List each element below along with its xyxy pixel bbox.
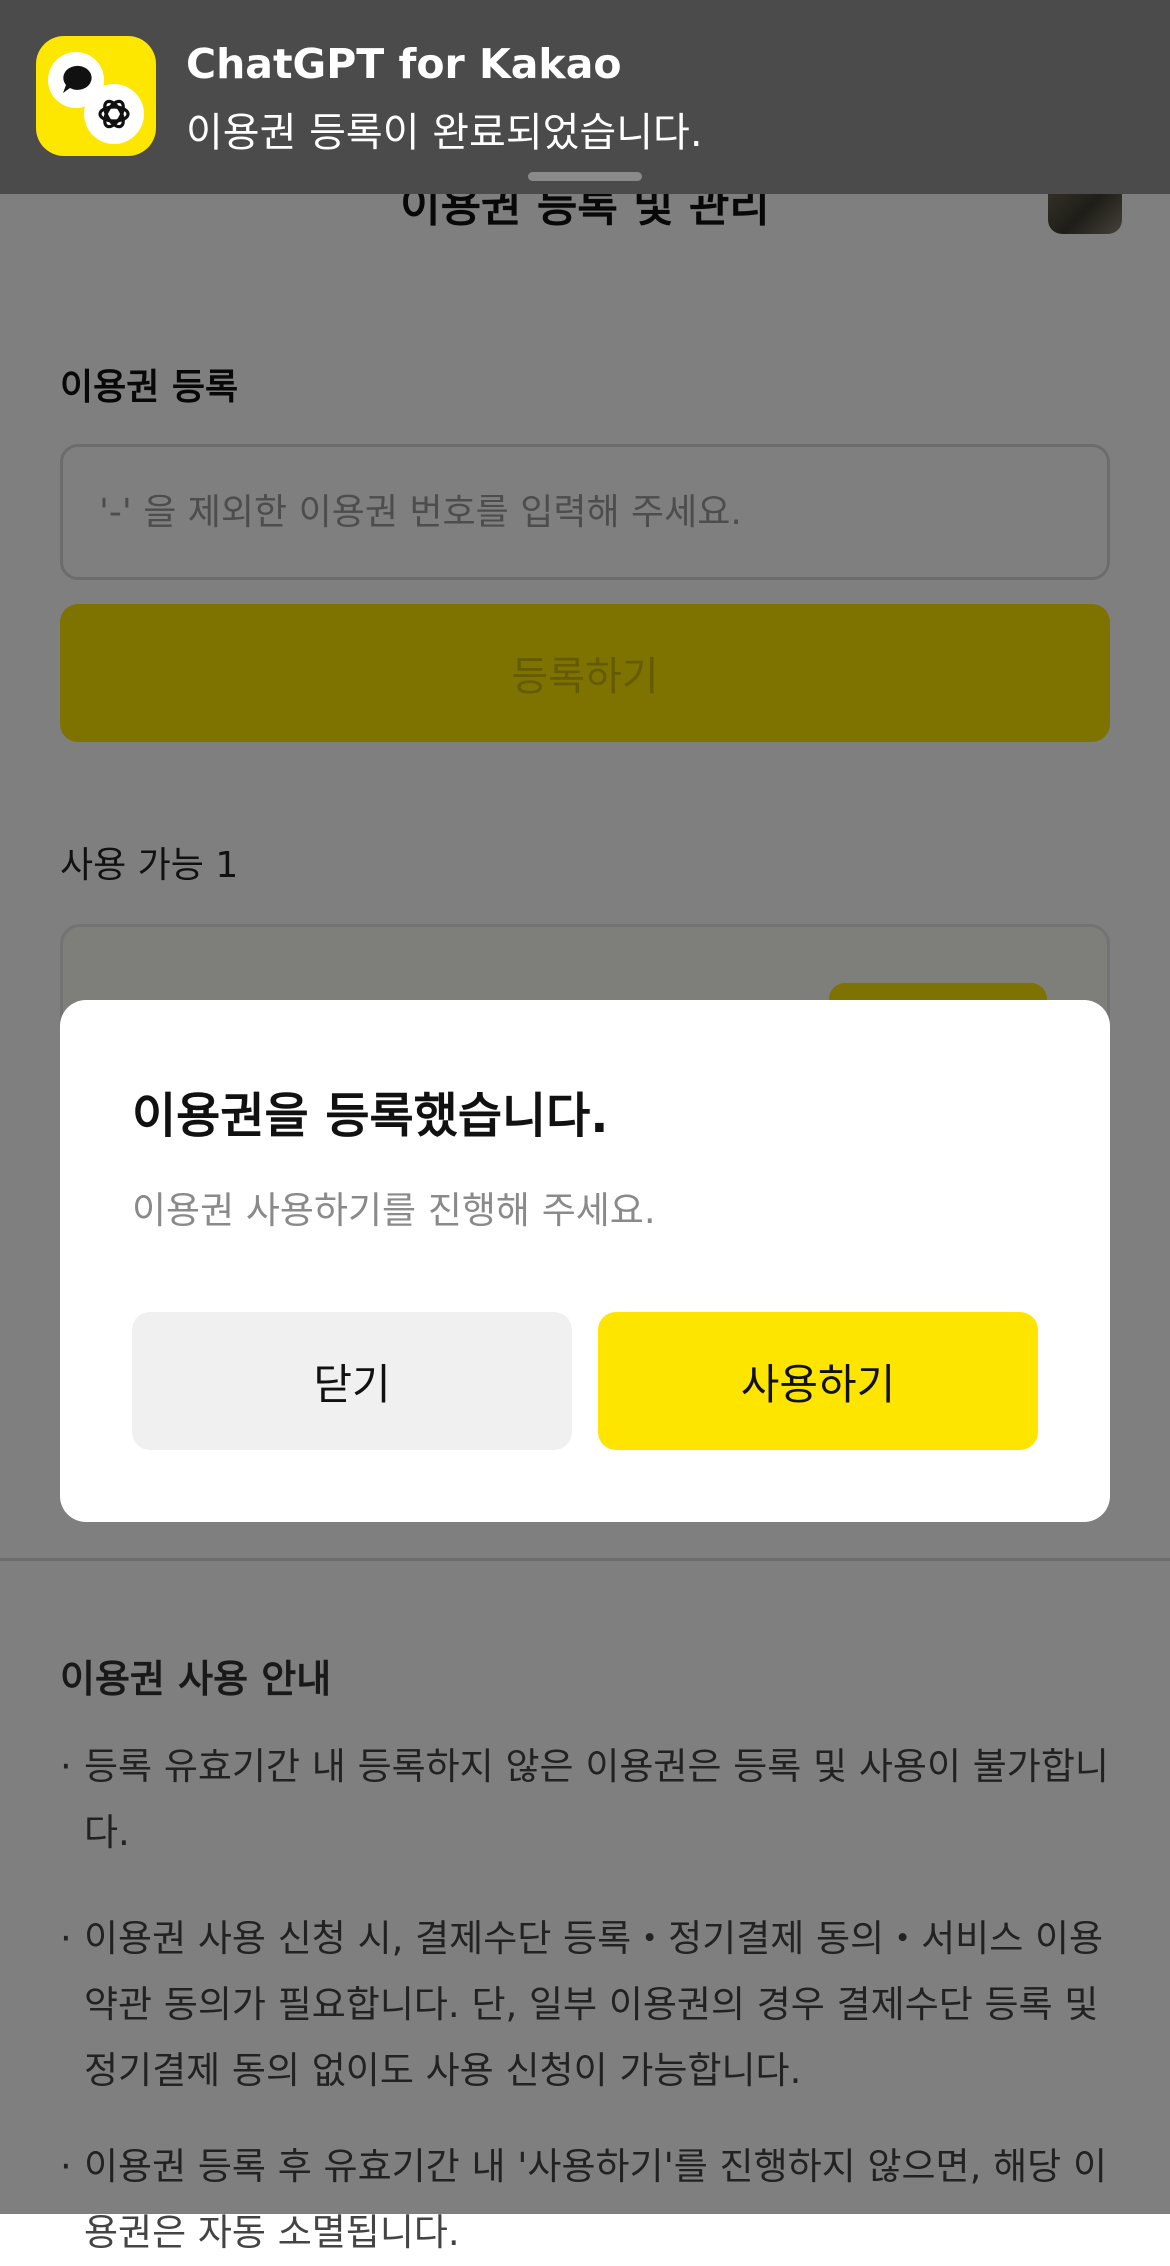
registration-complete-dialog: 이용권을 등록했습니다. 이용권 사용하기를 진행해 주세요. 닫기 사용하기 bbox=[60, 1000, 1110, 1522]
notification-message: 이용권 등록이 완료되었습니다. bbox=[186, 110, 703, 156]
use-ticket-button[interactable]: 사용하기 bbox=[598, 1312, 1038, 1450]
notification-banner[interactable]: ChatGPT for Kakao 이용권 등록이 완료되었습니다. bbox=[0, 0, 1170, 194]
notification-title: ChatGPT for Kakao bbox=[186, 40, 622, 88]
dialog-message: 이용권 사용하기를 진행해 주세요. bbox=[132, 1189, 656, 1232]
close-button[interactable]: 닫기 bbox=[132, 1312, 572, 1450]
dialog-title: 이용권을 등록했습니다. bbox=[132, 1088, 609, 1144]
chatgpt-kakao-app-icon bbox=[36, 36, 156, 156]
drag-handle[interactable] bbox=[528, 172, 642, 181]
